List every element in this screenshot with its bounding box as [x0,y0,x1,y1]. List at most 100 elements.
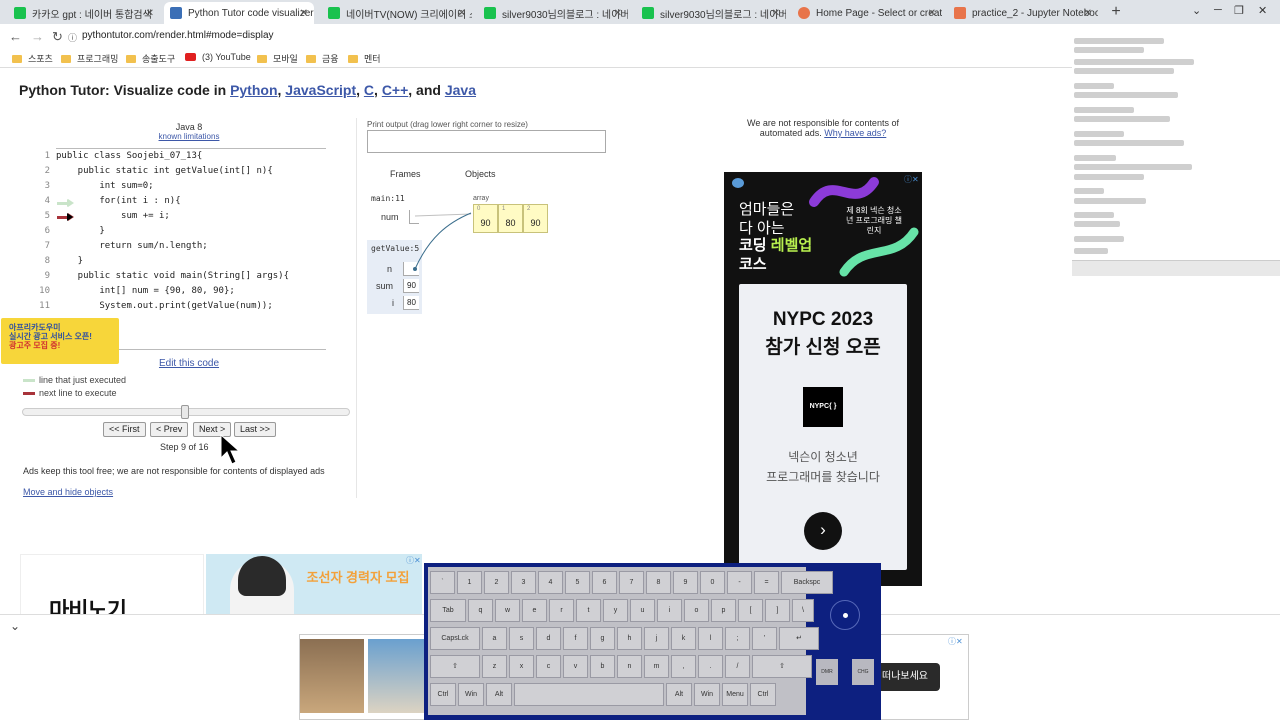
key[interactable]: 4 [538,571,563,594]
key[interactable]: p [711,599,736,622]
key[interactable]: ⇧ [430,655,480,678]
key[interactable]: ; [725,627,750,650]
known-limitations-link[interactable]: known limitations [20,132,358,141]
info-icon[interactable]: ⓘ [68,31,77,44]
adchoices-icon[interactable]: ⓘ✕ [948,636,963,647]
key[interactable]: x [509,655,534,678]
bookmark-folder[interactable]: 금융 [306,52,339,65]
key[interactable]: Ctrl [430,683,456,706]
prev-button[interactable]: < Prev [150,422,189,437]
java-link[interactable]: Java [445,82,476,98]
key[interactable]: ↵ [779,627,819,650]
adchoices-icon[interactable]: ⓘ✕ [904,174,919,185]
key[interactable]: ⇧ [752,655,812,678]
key[interactable]: j [644,627,669,650]
tab-4[interactable]: silver9030님의블로그 : 네이버 ✕ [478,2,628,24]
tab-3[interactable]: 네이버TV(NOW) 크리에이터 스 ✕ [322,2,472,24]
reload-icon[interactable]: ↻ [52,29,63,45]
key[interactable]: ' [752,627,777,650]
osk-side-button[interactable]: CHG [852,659,874,685]
key[interactable]: e [522,599,547,622]
key[interactable]: 1 [457,571,482,594]
key[interactable]: y [603,599,628,622]
bookmark-folder[interactable]: 멘터 [348,52,381,65]
key[interactable]: f [563,627,588,650]
javascript-link[interactable]: JavaScript [285,82,356,98]
key[interactable]: c [536,655,561,678]
close-icon[interactable]: ✕ [614,8,622,19]
chevron-down-icon[interactable]: ⌄ [10,619,20,633]
bookmark-folder[interactable]: 모바일 [257,52,298,65]
tab-1[interactable]: 카카오 gpt : 네이버 통합검색 ✕ [8,2,160,24]
key[interactable]: 0 [700,571,725,594]
bookmark-folder[interactable]: 프로그래밍 [61,52,118,65]
key[interactable]: Backspc [781,571,833,594]
key[interactable]: h [617,627,642,650]
adchoices-icon[interactable]: ⓘ✕ [406,555,421,566]
key[interactable]: - [727,571,752,594]
joystick-icon[interactable] [830,600,860,630]
nypc-ad[interactable]: ⓘ✕ 엄마들은 다 아는 코딩 레벨업 코스 제 8회 넥슨 청소년 프로그래밍 챌… [724,172,922,586]
key[interactable]: u [630,599,655,622]
ad-go-button[interactable]: › [804,512,842,550]
osk-side-button[interactable]: DMR [816,659,838,685]
key[interactable]: [ [738,599,763,622]
key[interactable]: b [590,655,615,678]
bookmark-folder[interactable]: 스포츠 [12,52,53,65]
cpp-link[interactable]: C++ [382,82,408,98]
key[interactable]: 5 [565,571,590,594]
close-icon[interactable]: ✕ [146,8,154,19]
tab-search-icon[interactable]: ⌄ [1192,4,1201,17]
move-hide-objects-link[interactable]: Move and hide objects [23,487,113,497]
tab-5[interactable]: silver9030님의블로그 : 네이버 ✕ [636,2,786,24]
close-icon[interactable]: ✕ [928,8,936,19]
key[interactable]: . [698,655,723,678]
minimize-icon[interactable]: ─ [1214,4,1222,16]
forward-icon[interactable]: → [31,29,44,44]
close-icon[interactable]: ✕ [458,8,466,19]
window-close-icon[interactable]: ✕ [1258,4,1267,17]
key[interactable]: w [495,599,520,622]
key[interactable]: 7 [619,571,644,594]
key[interactable]: g [590,627,615,650]
key[interactable]: d [536,627,561,650]
bookmark-youtube[interactable]: (3) YouTube [185,52,251,62]
key[interactable]: CapsLck [430,627,480,650]
key[interactable]: \ [792,599,814,622]
c-link[interactable]: C [364,82,374,98]
key[interactable]: 6 [592,571,617,594]
key[interactable]: Alt [666,683,692,706]
tab-2-active[interactable]: Python Tutor code visualizer: V ✕ [164,2,314,24]
key[interactable]: q [468,599,493,622]
key[interactable]: Tab [430,599,466,622]
new-tab-icon[interactable]: + [1108,3,1124,21]
key[interactable]: s [509,627,534,650]
key[interactable]: z [482,655,507,678]
bookmark-folder[interactable]: 송출도구 [126,52,175,65]
key[interactable]: Menu [722,683,748,706]
key[interactable]: r [549,599,574,622]
key[interactable] [514,683,664,706]
key[interactable]: , [671,655,696,678]
key[interactable]: Win [694,683,720,706]
step-slider[interactable] [22,405,350,419]
key[interactable]: 9 [673,571,698,594]
why-ads-link[interactable]: Why have ads? [824,128,886,138]
slider-thumb[interactable] [181,405,189,419]
key[interactable]: ` [430,571,455,594]
tab-7[interactable]: practice_2 - Jupyter Notebook ✕ [948,2,1098,24]
key[interactable]: n [617,655,642,678]
key[interactable]: k [671,627,696,650]
back-icon[interactable]: ← [9,29,22,44]
key[interactable]: l [698,627,723,650]
first-button[interactable]: << First [103,422,146,437]
tab-6[interactable]: Home Page - Select or create ✕ [792,2,942,24]
close-icon[interactable]: ✕ [300,8,308,19]
key[interactable]: ] [765,599,790,622]
restore-icon[interactable]: ❐ [1234,4,1244,17]
key[interactable]: / [725,655,750,678]
key[interactable]: 2 [484,571,509,594]
key[interactable]: a [482,627,507,650]
key[interactable]: 8 [646,571,671,594]
key[interactable]: o [684,599,709,622]
